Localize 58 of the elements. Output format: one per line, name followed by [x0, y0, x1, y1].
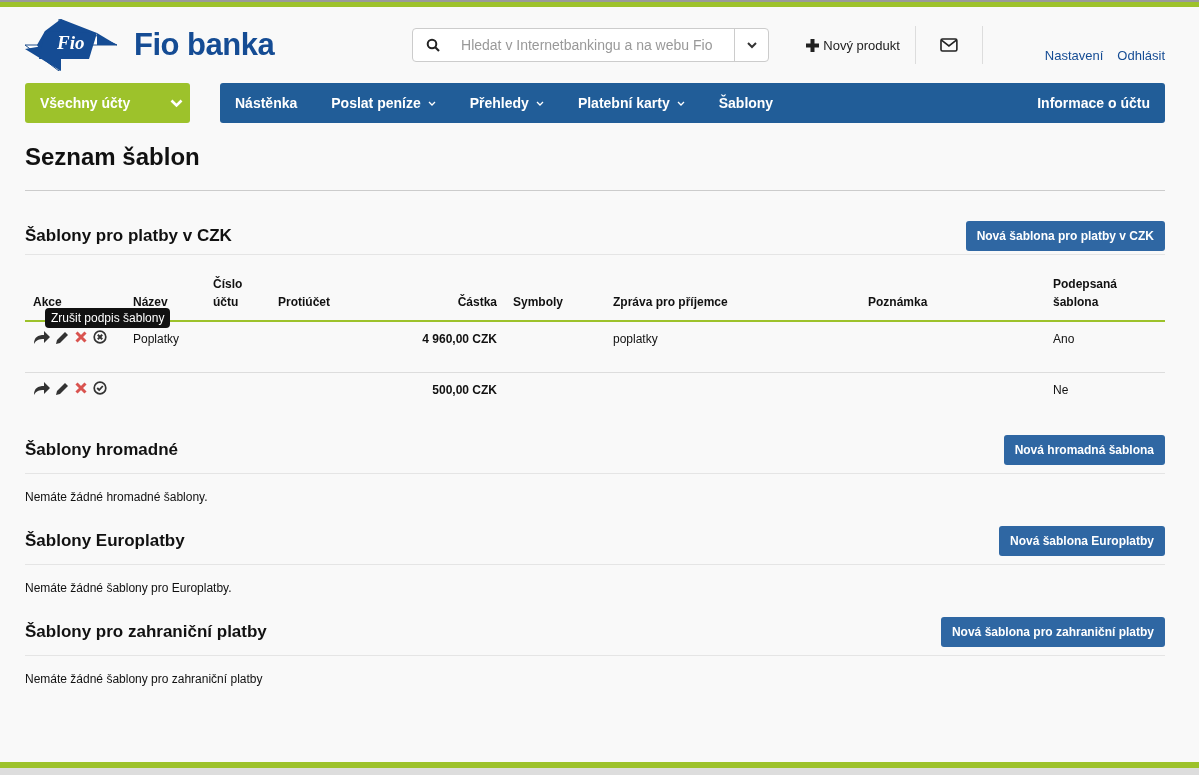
- logo-icon: [25, 19, 117, 71]
- tooltip: Zrušit podpis šablony: [45, 308, 171, 328]
- column-header: Poznámka: [868, 295, 928, 309]
- new-template-button[interactable]: Nová šablona pro platby v CZK: [965, 221, 1165, 251]
- logo-text: Fio banka: [134, 27, 275, 63]
- delete-icon[interactable]: [75, 331, 87, 343]
- column-header: Akce: [33, 295, 62, 309]
- table-cell: Ano: [1053, 332, 1075, 346]
- caret-icon: [427, 100, 436, 106]
- column-header: Číslo účtu: [213, 275, 244, 311]
- new-product-link[interactable]: Nový produkt: [806, 37, 900, 53]
- search-bar[interactable]: Hledat v Internetbankingu a na webu Fio: [412, 28, 770, 62]
- search-field[interactable]: Hledat v Internetbankingu a na webu Fio: [459, 36, 735, 54]
- column-header: Symboly: [513, 295, 563, 309]
- caret-icon: [535, 100, 544, 106]
- section-title: Šablony hromadné: [25, 440, 179, 460]
- page-title: Seznam šablon: [25, 143, 201, 171]
- caret-icon[interactable]: [746, 41, 757, 49]
- new-template-button[interactable]: Nová hromadná šablona: [1003, 435, 1165, 465]
- column-header: Zpráva pro příjemce: [613, 295, 728, 309]
- table-cell: Ne: [1053, 383, 1069, 397]
- table-cell: Poplatky: [133, 332, 180, 346]
- section-title: Šablony Europlatby: [25, 531, 185, 551]
- new-template-button[interactable]: Nová šablona pro zahraniční platby: [940, 617, 1165, 647]
- logo-label: Fio: [57, 32, 85, 54]
- amount-cell: 4 960,00 CZK: [422, 332, 497, 346]
- plus-icon: [806, 38, 820, 52]
- nav-item[interactable]: Informace o účtu: [1037, 95, 1150, 111]
- amount-cell: 500,00 CZK: [432, 383, 497, 397]
- empty-message: Nemáte žádné šablony pro Europlatby.: [25, 581, 233, 595]
- header-link[interactable]: Nastavení: [1044, 47, 1104, 63]
- column-header: Název: [133, 295, 168, 309]
- pencil-icon[interactable]: [56, 330, 69, 344]
- section-title: Šablony pro zahraniční platby: [25, 622, 267, 642]
- nav-item[interactable]: Přehledy: [469, 95, 544, 111]
- nav-item[interactable]: Šablony: [718, 95, 774, 111]
- empty-message: Nemáte žádné hromadné šablony.: [25, 490, 209, 504]
- search-icon: [426, 38, 441, 52]
- nav-item[interactable]: Nástěnka: [235, 95, 298, 111]
- empty-message: Nemáte žádné šablony pro zahraniční platby: [25, 672, 264, 686]
- check-circle-icon[interactable]: [93, 381, 107, 395]
- new-template-button[interactable]: Nová šablona Europlatby: [998, 526, 1165, 556]
- chevron-icon: [170, 98, 183, 108]
- nav-item[interactable]: Poslat peníze: [331, 95, 436, 111]
- column-header: Částka: [457, 295, 497, 309]
- column-header: Protiúčet: [278, 295, 330, 309]
- table-cell: poplatky: [613, 332, 658, 346]
- header-link[interactable]: Odhlásit: [1117, 47, 1165, 63]
- column-header: Podepsaná šablona: [1053, 276, 1119, 311]
- envelope-icon[interactable]: [939, 38, 958, 52]
- caret-icon: [676, 100, 685, 106]
- nav-item[interactable]: Platební karty: [577, 95, 685, 111]
- share-arrow-icon[interactable]: [33, 381, 50, 395]
- section-title: Šablony pro platby v CZK: [25, 226, 232, 246]
- delete-icon[interactable]: [75, 382, 87, 394]
- share-arrow-icon[interactable]: [33, 330, 50, 344]
- pencil-icon[interactable]: [56, 381, 69, 395]
- cancel-circle-icon[interactable]: [93, 330, 107, 344]
